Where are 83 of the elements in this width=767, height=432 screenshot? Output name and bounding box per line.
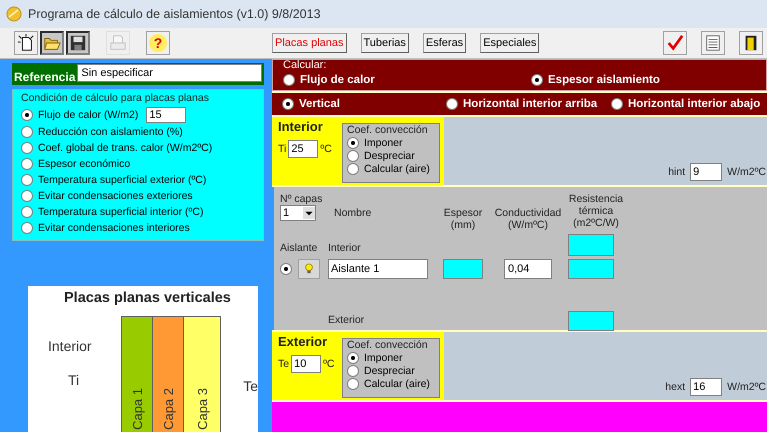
caret-icon bbox=[303, 207, 315, 219]
list-icon bbox=[704, 34, 722, 52]
open-button[interactable] bbox=[40, 31, 64, 55]
radio-option[interactable]: Horizontal interior arriba bbox=[446, 98, 611, 110]
coefficient-field[interactable]: 9 bbox=[690, 163, 722, 181]
new-document-icon bbox=[17, 34, 35, 52]
value-field[interactable]: 15 bbox=[146, 107, 186, 123]
radio-option[interactable]: Despreciar bbox=[347, 364, 435, 377]
radio-option[interactable]: Calcular (aire) bbox=[347, 377, 435, 390]
radio-option[interactable]: Coef. global de trans. calor (W/m2ºC) bbox=[21, 142, 212, 154]
result-field[interactable] bbox=[568, 311, 614, 331]
field-label: Te bbox=[278, 358, 290, 370]
field-label: hext bbox=[665, 380, 686, 395]
radio-option[interactable]: Espesor aislamiento bbox=[531, 74, 660, 86]
column-header: Espesor (mm) bbox=[442, 206, 484, 231]
side-label: Interior bbox=[48, 338, 93, 354]
section-title: Interior bbox=[278, 119, 324, 134]
group-title: Coef. convección bbox=[347, 339, 429, 351]
radio-option[interactable]: Temperatura superficial interior (ºC) bbox=[21, 206, 204, 218]
new-button[interactable] bbox=[14, 31, 38, 55]
checkmark-icon bbox=[666, 34, 684, 52]
window-title: Programa de cálculo de aislamientos (v1.0) 9/8/2013 bbox=[28, 7, 321, 21]
radio-option[interactable]: Imponer bbox=[347, 136, 435, 149]
radio-option[interactable]: Espesor económico bbox=[21, 158, 130, 170]
reference-label: Referencia bbox=[14, 70, 76, 84]
printer-icon bbox=[109, 34, 127, 52]
radio-option[interactable]: Imponer bbox=[347, 351, 435, 364]
reference-field[interactable]: Sin especificar bbox=[77, 64, 262, 82]
group-title: Calcular: bbox=[283, 60, 328, 71]
layer-bar: Capa 1 bbox=[122, 317, 154, 432]
radio-option[interactable]: Temperatura superficial exterior (ºC) bbox=[21, 174, 206, 186]
layer-bar: Capa 3 bbox=[184, 317, 220, 432]
field-label: hint bbox=[668, 165, 686, 180]
help-button[interactable]: ? bbox=[146, 31, 170, 55]
temperature-field[interactable]: 10 bbox=[291, 355, 322, 373]
thickness-field[interactable] bbox=[443, 259, 483, 279]
app-icon bbox=[6, 6, 22, 22]
confirm-button[interactable] bbox=[663, 31, 687, 55]
section-title: Exterior bbox=[278, 334, 328, 349]
unit-label: W/m2ºC bbox=[727, 165, 766, 180]
column-header: Nombre bbox=[333, 206, 372, 221]
radio-option[interactable]: Calcular (aire) bbox=[347, 162, 435, 175]
toolbar-tab[interactable]: Placas planas bbox=[272, 33, 346, 53]
unit-label: ºC bbox=[320, 143, 332, 155]
radio-option[interactable]: Evitar condensaciones exteriores bbox=[21, 190, 193, 202]
column-header: Conductividad (W/mºC) bbox=[494, 206, 562, 231]
row-label: Aislante bbox=[280, 242, 318, 254]
radio-option[interactable]: Horizontal interior abajo bbox=[611, 98, 760, 110]
diagram-title: Placas planas verticales bbox=[63, 289, 232, 308]
radio-option[interactable]: Vertical bbox=[282, 98, 446, 110]
toolbar-tab[interactable]: Esferas bbox=[422, 33, 466, 53]
layer-bar: Capa 2 bbox=[153, 317, 184, 432]
radio-button[interactable] bbox=[280, 263, 292, 275]
conductivity-field[interactable]: 0,04 bbox=[504, 259, 552, 279]
layer-count-dropdown[interactable]: 1 bbox=[280, 205, 316, 221]
toolbar-tab[interactable]: Especiales bbox=[480, 33, 540, 53]
column-header: Resistencia térmica (m2ºC/W) bbox=[568, 193, 624, 229]
temperature-label: Te bbox=[243, 378, 258, 396]
unit-label: W/m2ºC bbox=[727, 380, 766, 395]
row-label: Interior bbox=[328, 242, 362, 254]
result-field[interactable] bbox=[568, 234, 614, 256]
coefficient-field[interactable]: 16 bbox=[690, 378, 722, 396]
name-field[interactable]: Aislante 1 bbox=[328, 259, 428, 279]
exit-button[interactable] bbox=[739, 31, 763, 55]
radio-option[interactable]: Evitar condensaciones interiores bbox=[21, 222, 190, 234]
temperature-label: Ti bbox=[68, 372, 80, 388]
row-label: Exterior bbox=[328, 314, 366, 326]
unit-label: ºC bbox=[323, 358, 335, 370]
radio-option[interactable]: Flujo de calor bbox=[283, 74, 531, 86]
group-title: Coef. convección bbox=[347, 124, 429, 136]
lightbulb-icon bbox=[304, 263, 314, 275]
radio-option[interactable]: Despreciar bbox=[347, 149, 435, 162]
radio-option[interactable]: Flujo de calor (W/m2) bbox=[21, 109, 138, 121]
list-button[interactable] bbox=[701, 31, 725, 55]
field-label: Ti bbox=[278, 143, 286, 155]
save-button[interactable] bbox=[66, 31, 90, 55]
group-title: Condición de cálculo para placas planas bbox=[21, 92, 210, 104]
result-field[interactable] bbox=[568, 259, 614, 279]
lightbulb-button[interactable] bbox=[298, 259, 320, 279]
toolbar-tab[interactable]: Tuberias bbox=[360, 33, 409, 53]
temperature-field[interactable]: 25 bbox=[288, 140, 318, 158]
radio-option[interactable]: Reducción con aislamiento (%) bbox=[21, 126, 183, 138]
column-header: Nº capas bbox=[280, 193, 322, 205]
